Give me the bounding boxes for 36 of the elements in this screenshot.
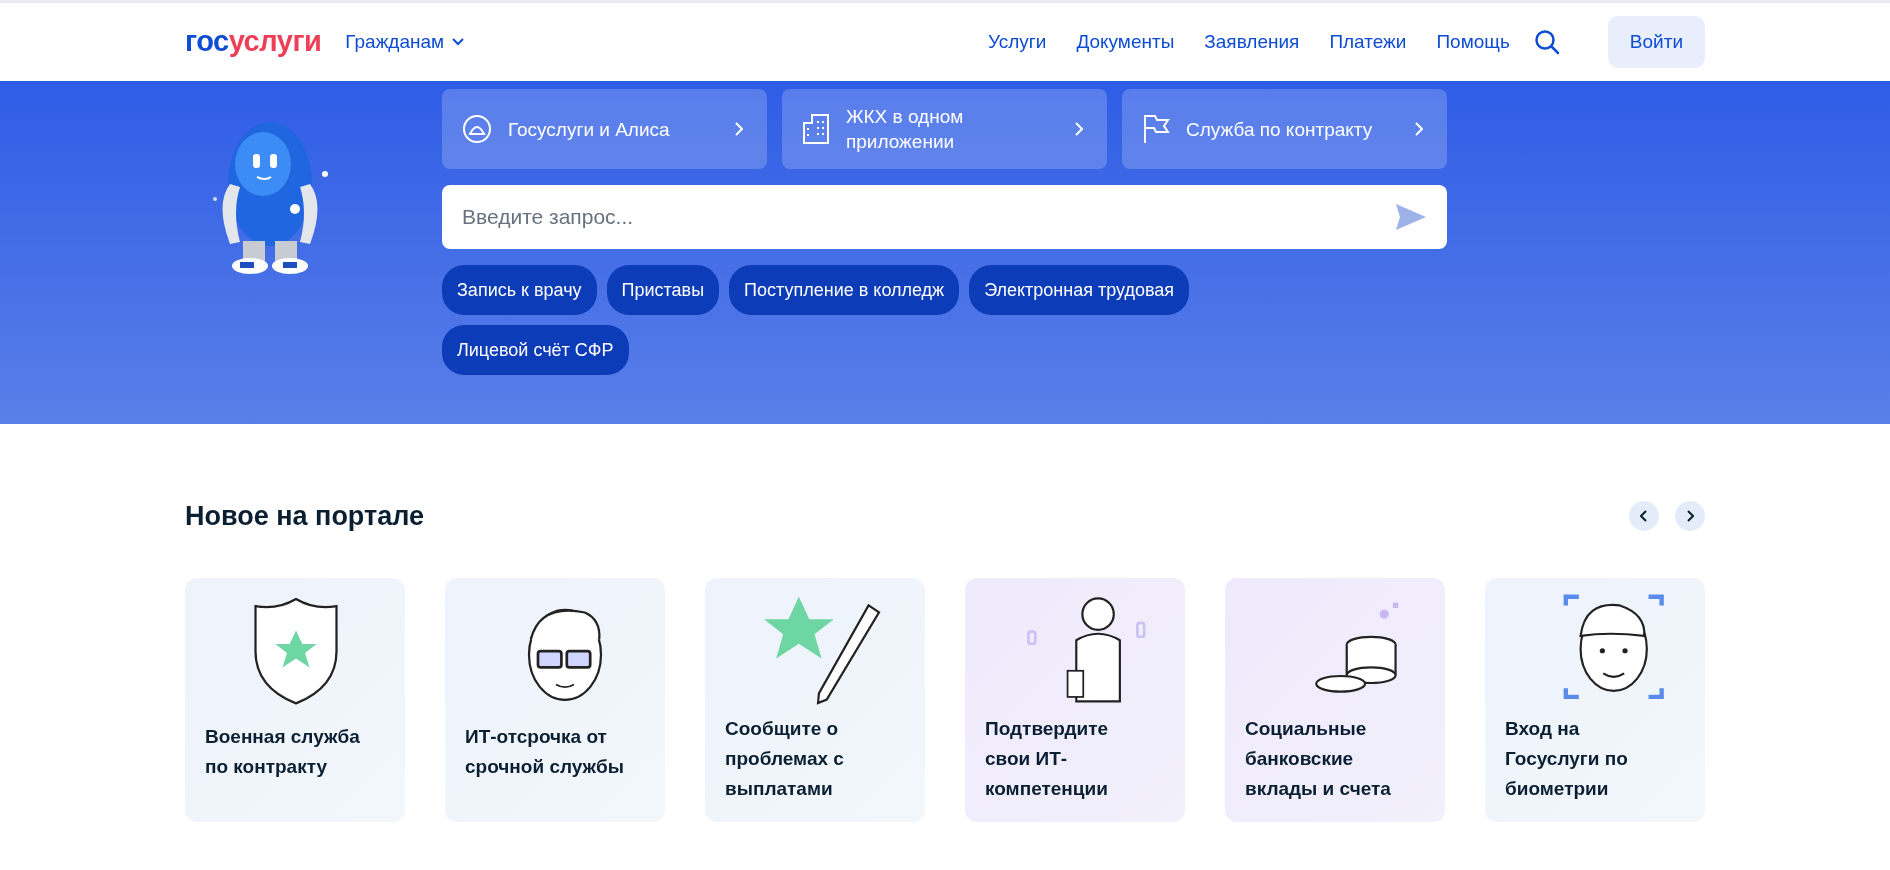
suggestion-chip[interactable]: Запись к врачу: [442, 265, 597, 315]
promo-link[interactable]: ЖКХ в одном приложении: [782, 89, 1107, 169]
nav-link[interactable]: Документы: [1076, 27, 1175, 57]
building-icon: [802, 114, 830, 144]
news-card[interactable]: Сообщите о проблемах с выплатами: [705, 578, 925, 823]
login-button[interactable]: Войти: [1607, 15, 1705, 69]
logo[interactable]: госуслуги: [185, 20, 322, 64]
news-card[interactable]: Подтвердите свои ИТ-компетенции: [965, 578, 1185, 823]
suggestion-chip[interactable]: Приставы: [606, 265, 720, 315]
nav-link[interactable]: Заявления: [1204, 27, 1300, 57]
chevron-left-icon: [1640, 510, 1648, 523]
news-card[interactable]: ИТ-отсрочка от срочной службы: [445, 578, 665, 823]
nav-link[interactable]: Услуги: [987, 27, 1047, 57]
chevron-down-icon: [452, 38, 465, 46]
news-card[interactable]: Социальные банковские вклады и счета: [1225, 578, 1445, 823]
chevron-right-icon: [1414, 122, 1423, 136]
news-card[interactable]: Вход на Госуслуги по биометрии: [1485, 578, 1705, 823]
suggestion-chip[interactable]: Электронная трудовая: [969, 265, 1190, 315]
promo-link[interactable]: Служба по контракту: [1122, 89, 1447, 169]
nav-link[interactable]: Помощь: [1436, 27, 1510, 57]
news-card[interactable]: Военная служба по контракту: [185, 578, 405, 823]
suggestion-chip[interactable]: Поступление в колледж: [729, 265, 960, 315]
nav-link[interactable]: Платежи: [1329, 27, 1407, 57]
suggestion-chip[interactable]: Лицевой счёт СФР: [442, 325, 629, 375]
flag-icon: [1142, 114, 1170, 144]
next-button[interactable]: [1675, 501, 1705, 532]
audience-dropdown[interactable]: Гражданам: [345, 27, 465, 57]
chevron-right-icon: [1686, 510, 1694, 523]
section-title: Новое на портале: [185, 500, 425, 533]
previous-button[interactable]: [1629, 501, 1659, 532]
ring-icon: [462, 114, 492, 144]
search-icon[interactable]: [1533, 29, 1560, 55]
promo-link[interactable]: Госуслуги и Алиса: [442, 89, 767, 169]
chevron-right-icon: [1074, 122, 1083, 136]
search-field[interactable]: Введите запрос...: [442, 185, 1447, 249]
chevron-right-icon: [734, 122, 743, 136]
